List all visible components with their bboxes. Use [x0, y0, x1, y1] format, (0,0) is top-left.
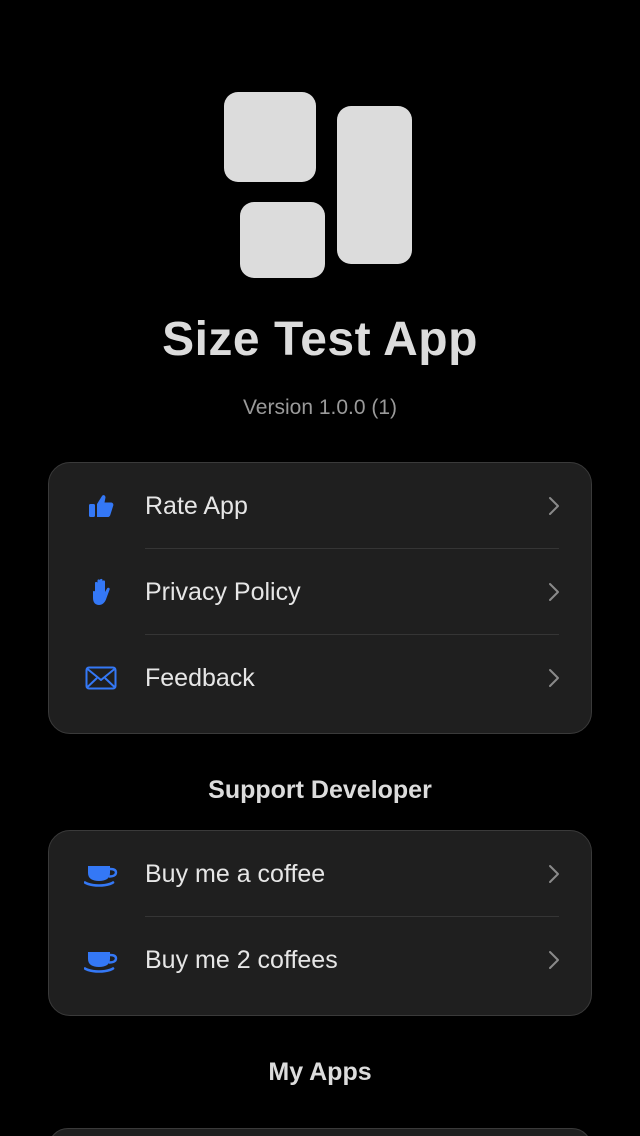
support-card: Buy me a coffee Buy me 2 coffees: [48, 830, 592, 1016]
chevron-right-icon: [547, 463, 561, 549]
rate-app-label: Rate App: [145, 492, 248, 520]
envelope-icon: [83, 635, 119, 721]
buy-coffee-row[interactable]: Buy me a coffee: [49, 831, 591, 917]
support-developer-heading: Support Developer: [208, 776, 432, 804]
buy-two-coffees-label: Buy me 2 coffees: [145, 946, 338, 974]
my-apps-card: [48, 1128, 592, 1136]
privacy-policy-row[interactable]: Privacy Policy: [49, 549, 591, 635]
coffee-cup-icon: [83, 917, 119, 1003]
buy-two-coffees-row[interactable]: Buy me 2 coffees: [49, 917, 591, 1003]
coffee-cup-icon: [83, 831, 119, 917]
feedback-label: Feedback: [145, 664, 255, 692]
chevron-right-icon: [547, 831, 561, 917]
about-screen: Size Test App Version 1.0.0 (1) Rate App: [0, 0, 640, 1136]
chevron-right-icon: [547, 635, 561, 721]
logo-block-tall-right: [337, 106, 412, 264]
chevron-right-icon: [547, 549, 561, 635]
buy-coffee-label: Buy me a coffee: [145, 860, 326, 888]
app-logo: [224, 92, 412, 278]
chevron-right-icon: [547, 917, 561, 1003]
logo-block-top-left: [224, 92, 316, 182]
logo-block-bottom-left: [240, 202, 325, 278]
thumbs-up-icon: [83, 463, 119, 549]
hand-raised-icon: [83, 549, 119, 635]
privacy-policy-label: Privacy Policy: [145, 578, 301, 606]
app-version: Version 1.0.0 (1): [242, 396, 398, 419]
my-apps-heading: My Apps: [268, 1058, 372, 1086]
menu-card: Rate App Privacy Policy Feedback: [48, 462, 592, 734]
app-title: Size Test App: [162, 313, 478, 366]
feedback-row[interactable]: Feedback: [49, 635, 591, 721]
rate-app-row[interactable]: Rate App: [49, 463, 591, 549]
